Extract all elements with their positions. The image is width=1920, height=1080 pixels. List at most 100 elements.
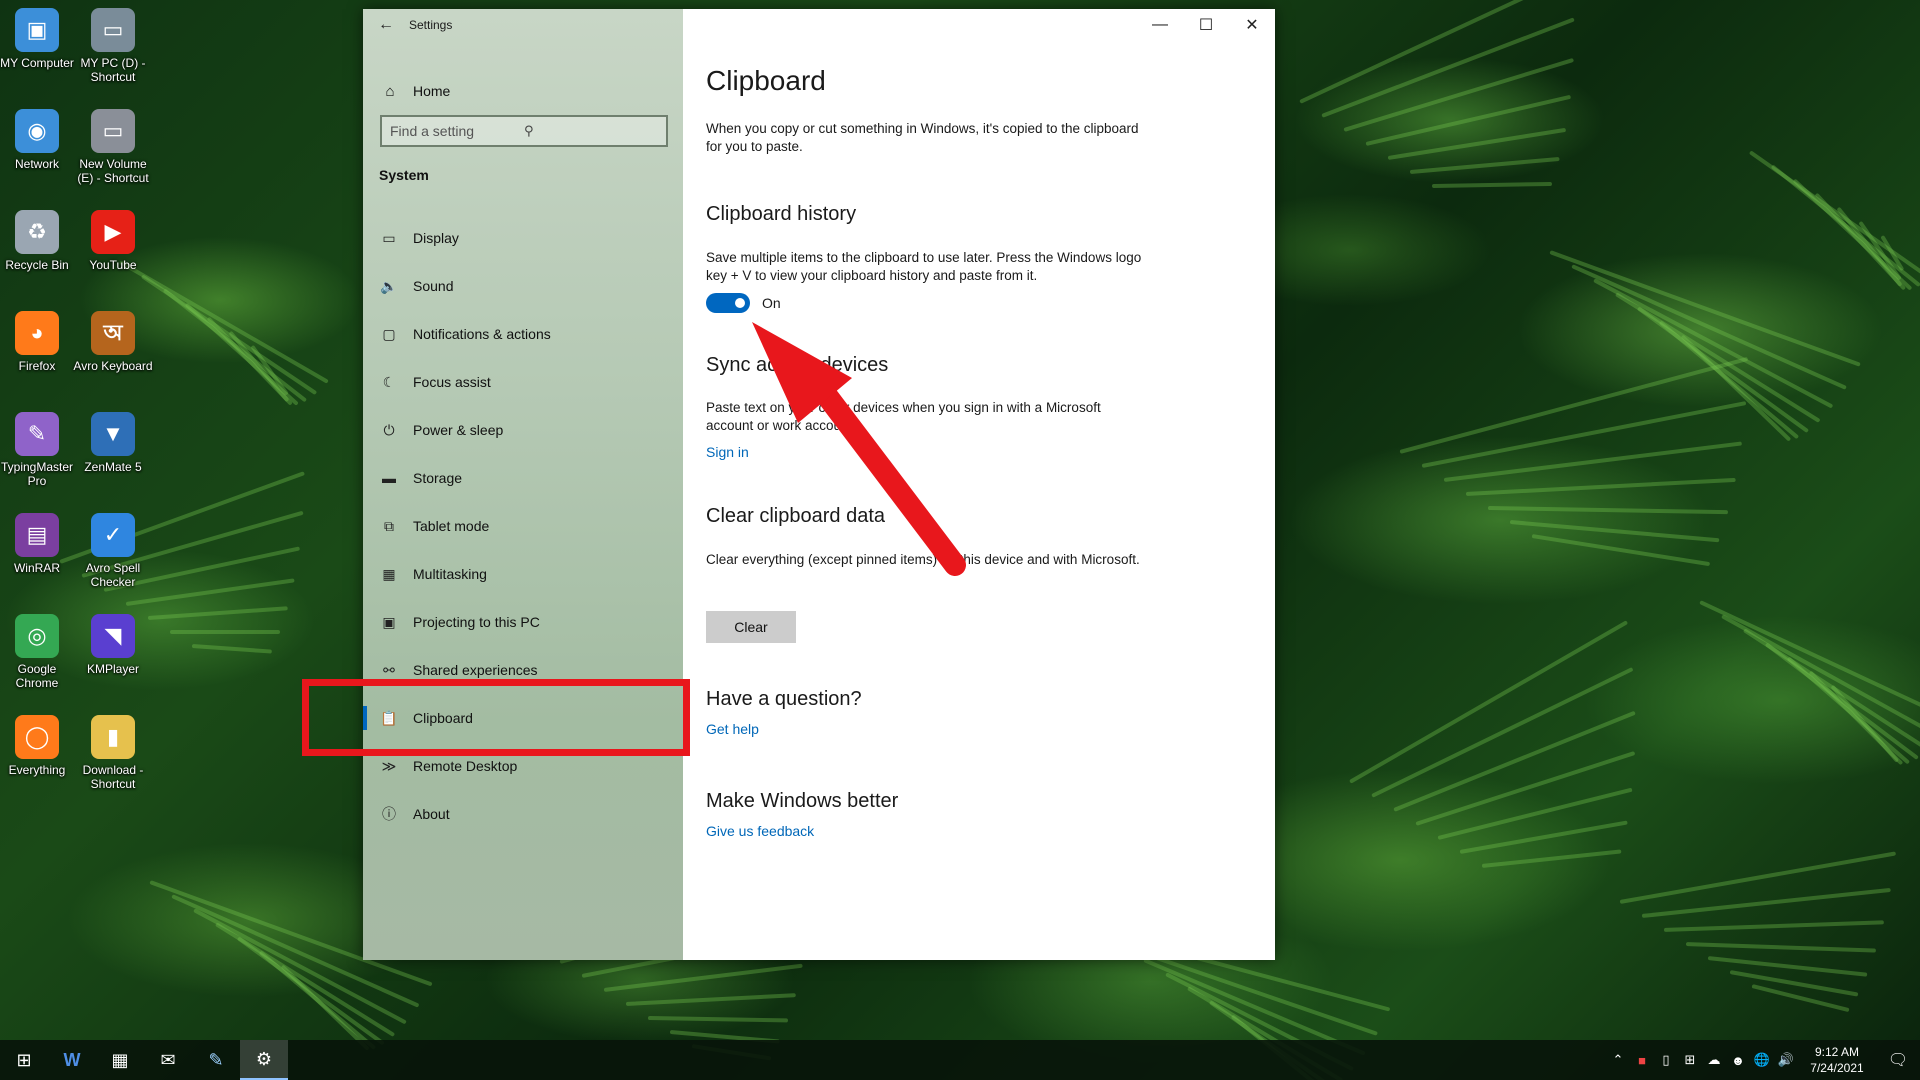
- sidebar-item-display[interactable]: ▭ Display: [363, 214, 683, 262]
- desktop-shortcut[interactable]: ◕ Firefox: [0, 311, 78, 373]
- sidebar-item-label: Projecting to this PC: [413, 614, 540, 630]
- sidebar-item-multitasking[interactable]: ▦ Multitasking: [363, 550, 683, 598]
- sync-heading: Sync across devices: [706, 354, 889, 376]
- sign-in-link[interactable]: Sign in: [706, 444, 749, 460]
- desktop-shortcut-label: Firefox: [18, 359, 56, 373]
- window-title: Settings: [409, 18, 453, 32]
- settings-window: ← Settings ⌂ Home Find a setting ⚲ Syste…: [363, 9, 1275, 960]
- sidebar-item-sound[interactable]: 🔈 Sound: [363, 262, 683, 310]
- maximize-icon[interactable]: ☐: [1183, 9, 1229, 41]
- desktop-shortcut-label: MY Computer: [0, 56, 74, 70]
- get-help-link[interactable]: Get help: [706, 721, 759, 737]
- desktop-shortcut[interactable]: ▶ YouTube: [72, 210, 154, 272]
- desktop-shortcut[interactable]: ♻ Recycle Bin: [0, 210, 78, 272]
- volume-icon[interactable]: 🔊: [1774, 1052, 1798, 1068]
- nav-home[interactable]: ⌂ Home: [363, 71, 683, 111]
- storage-icon: ▬: [382, 470, 396, 486]
- calculator-icon[interactable]: ▦: [96, 1040, 144, 1080]
- desktop-shortcut[interactable]: ▤ WinRAR: [0, 513, 78, 575]
- clock[interactable]: 9:12 AM 7/24/2021: [1798, 1044, 1876, 1076]
- notepad-icon[interactable]: ✎: [192, 1040, 240, 1080]
- shared-experiences-icon: ⚯: [383, 661, 395, 678]
- nav-list: ▭ Display 🔈 Sound ▢ Notifications & actions ☾ F…: [363, 214, 683, 838]
- desktop-shortcut-label: Download - Shortcut: [82, 763, 144, 791]
- usb-icon[interactable]: ▯: [1654, 1052, 1678, 1068]
- sidebar-item-about[interactable]: ⓘ About: [363, 790, 683, 838]
- sidebar-item-notifications-actions[interactable]: ▢ Notifications & actions: [363, 310, 683, 358]
- youtube-icon: ▶: [91, 210, 135, 254]
- window-controls: — ☐ ✕: [1137, 9, 1275, 41]
- clipboard-history-toggle[interactable]: [706, 293, 750, 313]
- minimize-icon[interactable]: —: [1137, 9, 1183, 41]
- close-icon[interactable]: ✕: [1229, 9, 1275, 41]
- sidebar-item-focus-assist[interactable]: ☾ Focus assist: [363, 358, 683, 406]
- desktop-shortcut-label: YouTube: [89, 258, 137, 272]
- fern-leaf: [170, 630, 280, 634]
- tray-windows-icon[interactable]: ⊞: [1678, 1052, 1702, 1068]
- sidebar-item-power-sleep[interactable]: ⏻ Power & sleep: [363, 406, 683, 454]
- desktop-shortcut[interactable]: ▭ New Volume (E) - Shortcut: [72, 109, 154, 185]
- desktop-shortcut-label: Network: [14, 157, 59, 171]
- desktop-shortcut[interactable]: ✎ TypingMaster Pro: [0, 412, 78, 488]
- clock-time: 9:12 AM: [1814, 1045, 1860, 1059]
- everything-icon: ◯: [15, 715, 59, 759]
- desktop-shortcut[interactable]: ▼ ZenMate 5: [72, 412, 154, 474]
- tray-chevron-icon[interactable]: ⌃: [1606, 1052, 1630, 1068]
- network-globe-icon[interactable]: 🌐: [1750, 1052, 1774, 1068]
- multitasking-icon: ▦: [382, 565, 396, 582]
- history-heading: Clipboard history: [706, 203, 857, 225]
- firefox-icon: ◕: [15, 311, 59, 355]
- sidebar-item-tablet-mode[interactable]: ⧉ Tablet mode: [363, 502, 683, 550]
- sidebar-item-label: Multitasking: [413, 566, 487, 582]
- desktop-shortcut-label: WinRAR: [13, 561, 60, 575]
- notification-center-icon[interactable]: 🗨: [1876, 1050, 1920, 1070]
- tray-app-icon[interactable]: ■: [1630, 1053, 1654, 1068]
- sidebar-item-remote-desktop[interactable]: ≫ Remote Desktop: [363, 742, 683, 790]
- question-heading: Have a question?: [706, 688, 862, 710]
- computer-icon: ▣: [15, 8, 59, 52]
- desktop-shortcut[interactable]: ▮ Download - Shortcut: [72, 715, 154, 791]
- desktop-shortcut-label: ZenMate 5: [84, 460, 142, 474]
- windows-start-icon[interactable]: ⊞: [0, 1040, 48, 1080]
- sidebar-item-label: Power & sleep: [413, 422, 504, 438]
- tray-user-icon[interactable]: ☻: [1726, 1053, 1750, 1068]
- sidebar-item-clipboard[interactable]: 📋 Clipboard: [363, 694, 683, 742]
- desktop-shortcut[interactable]: অ Avro Keyboard: [72, 311, 154, 373]
- nav-section-title: System: [379, 167, 429, 183]
- settings-gear-icon[interactable]: ⚙: [240, 1040, 288, 1080]
- desktop-shortcut[interactable]: ◯ Everything: [0, 715, 78, 777]
- search-placeholder: Find a setting: [390, 123, 475, 139]
- sidebar-item-label: Shared experiences: [413, 662, 538, 678]
- mail-icon[interactable]: ✉: [144, 1040, 192, 1080]
- settings-nav-pane: ← Settings ⌂ Home Find a setting ⚲ Syste…: [363, 9, 683, 960]
- projecting-icon: ▣: [382, 613, 396, 630]
- desktop-shortcut[interactable]: ▣ MY Computer: [0, 8, 78, 70]
- sidebar-item-storage[interactable]: ▬ Storage: [363, 454, 683, 502]
- sidebar-item-projecting-to-this-pc[interactable]: ▣ Projecting to this PC: [363, 598, 683, 646]
- sidebar-item-label: Display: [413, 230, 459, 246]
- taskbar: ⊞ W ▦ ✉ ✎ ⚙ ⌃ ■ ▯ ⊞ ☁ ☻ 🌐 🔊 9:12 AM 7/24…: [0, 1040, 1920, 1080]
- desktop-shortcut[interactable]: ◥ KMPlayer: [72, 614, 154, 676]
- kmplayer-icon: ◥: [91, 614, 135, 658]
- desktop-shortcut[interactable]: ✓ Avro Spell Checker: [72, 513, 154, 589]
- back-arrow-icon[interactable]: ←: [363, 9, 409, 41]
- word-icon[interactable]: W: [48, 1040, 96, 1080]
- desktop-shortcut[interactable]: ◎ Google Chrome: [0, 614, 78, 690]
- desktop-shortcut-label: New Volume (E) - Shortcut: [77, 157, 149, 185]
- clipboard-icon: 📋: [380, 709, 398, 726]
- drive-icon: ▭: [91, 8, 135, 52]
- desktop-shortcut-label: Google Chrome: [15, 662, 59, 690]
- feedback-heading: Make Windows better: [706, 790, 899, 812]
- sidebar-item-label: Tablet mode: [413, 518, 490, 534]
- desktop-shortcut[interactable]: ▭ MY PC (D) - Shortcut: [72, 8, 154, 84]
- tablet-mode-icon: ⧉: [384, 517, 394, 534]
- onedrive-icon[interactable]: ☁: [1702, 1052, 1726, 1068]
- search-input[interactable]: Find a setting ⚲: [380, 115, 668, 147]
- desktop-shortcut[interactable]: ◉ Network: [0, 109, 78, 171]
- clear-button[interactable]: Clear: [706, 611, 796, 643]
- feedback-link[interactable]: Give us feedback: [706, 823, 814, 839]
- sidebar-item-shared-experiences[interactable]: ⚯ Shared experiences: [363, 646, 683, 694]
- desktop-shortcut-label: Avro Spell Checker: [85, 561, 141, 589]
- sidebar-item-label: About: [413, 806, 450, 822]
- history-description: Save multiple items to the clipboard to …: [706, 250, 1142, 283]
